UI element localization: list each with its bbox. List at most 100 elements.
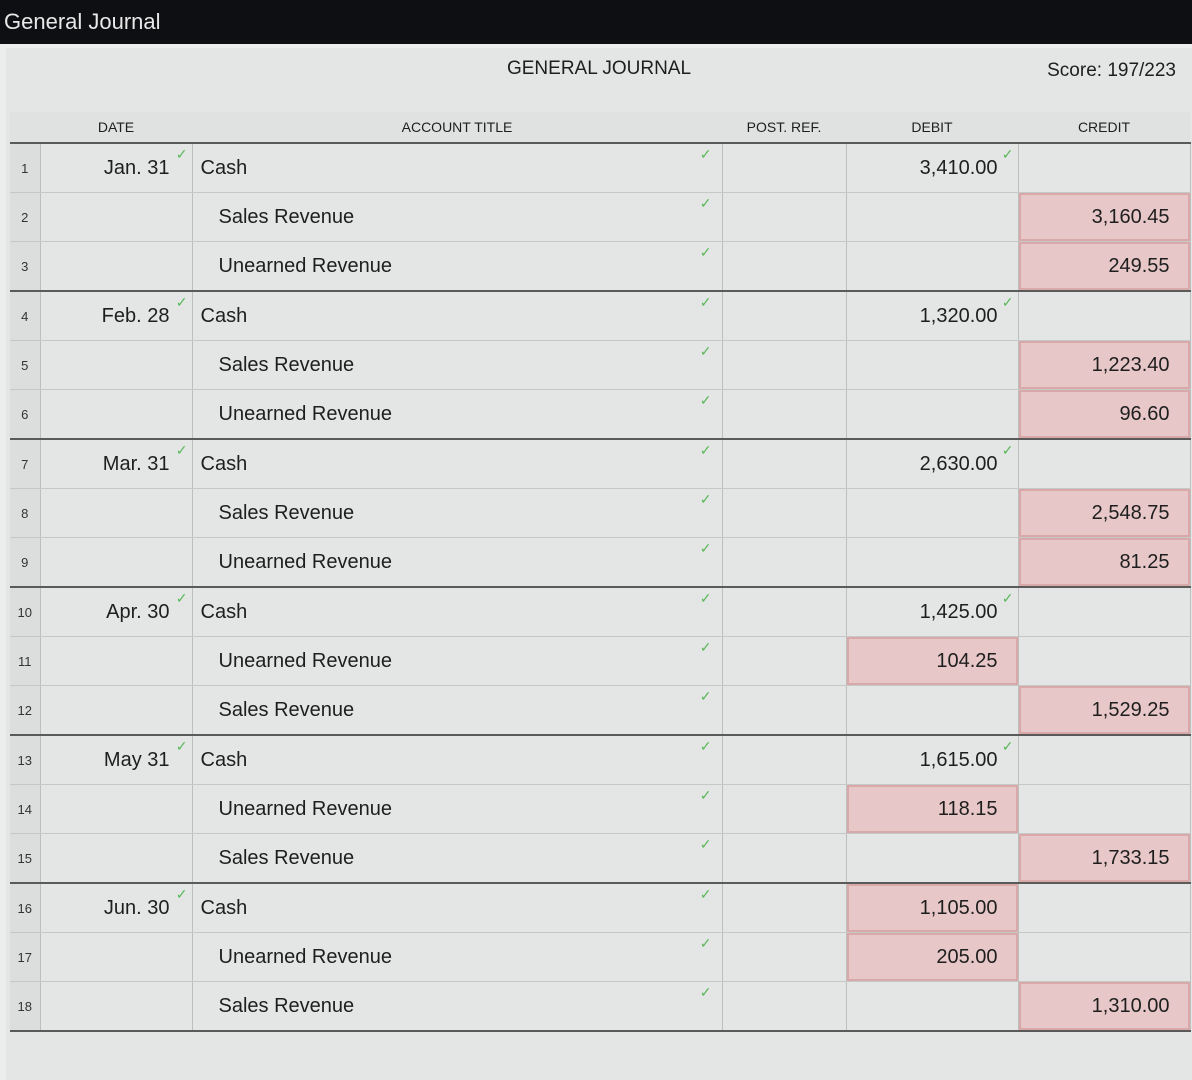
correct-check-icon: ✓ (699, 787, 712, 803)
account-title-value: Cash (200, 600, 248, 623)
post-ref-field[interactable] (722, 932, 847, 982)
date-header: DATE (40, 112, 192, 144)
post-ref-field[interactable] (722, 784, 847, 834)
date-field[interactable] (40, 636, 193, 686)
post-ref-field[interactable] (722, 636, 847, 686)
correct-check-icon: ✓ (699, 688, 712, 704)
debit-field[interactable]: 118.15 (846, 784, 1019, 834)
journal-row: 17 Unearned Revenue ✓ 205.00 (10, 932, 1191, 982)
debit-field[interactable] (846, 241, 1019, 292)
credit-field[interactable]: 249.55 (1018, 241, 1191, 292)
debit-field[interactable]: 2,630.00 ✓ (846, 439, 1019, 489)
account-title-field[interactable]: Unearned Revenue ✓ (192, 537, 723, 588)
credit-field[interactable] (1018, 439, 1191, 489)
debit-field[interactable]: 1,615.00 ✓ (846, 735, 1019, 785)
debit-field[interactable] (846, 981, 1019, 1032)
account-title-field[interactable]: Cash ✓ (192, 439, 723, 489)
date-field[interactable] (40, 833, 193, 884)
debit-field[interactable] (846, 340, 1019, 390)
date-field[interactable]: May 31 ✓ (40, 735, 193, 785)
post-ref-field[interactable] (722, 981, 847, 1032)
credit-field[interactable] (1018, 636, 1191, 686)
debit-field[interactable]: 1,425.00 ✓ (846, 587, 1019, 637)
date-field[interactable] (40, 192, 193, 242)
post-ref-field[interactable] (722, 883, 847, 933)
date-field[interactable] (40, 685, 193, 736)
post-ref-field[interactable] (722, 537, 847, 588)
credit-field[interactable] (1018, 143, 1191, 193)
credit-field[interactable]: 1,310.00 (1018, 981, 1191, 1032)
debit-field[interactable]: 3,410.00 ✓ (846, 143, 1019, 193)
debit-field[interactable] (846, 389, 1019, 440)
date-field[interactable] (40, 488, 193, 538)
account-title-field[interactable]: Cash ✓ (192, 143, 723, 193)
account-title-field[interactable]: Sales Revenue ✓ (192, 833, 723, 884)
date-field[interactable]: Apr. 30 ✓ (40, 587, 193, 637)
debit-field[interactable] (846, 488, 1019, 538)
post-ref-field[interactable] (722, 192, 847, 242)
post-ref-field[interactable] (722, 685, 847, 736)
date-field[interactable]: Jun. 30 ✓ (40, 883, 193, 933)
account-title-field[interactable]: Cash ✓ (192, 735, 723, 785)
account-title-field[interactable]: Unearned Revenue ✓ (192, 389, 723, 440)
debit-field[interactable]: 205.00 (846, 932, 1019, 982)
account-title-field[interactable]: Unearned Revenue ✓ (192, 241, 723, 292)
date-field[interactable]: Feb. 28 ✓ (40, 291, 193, 341)
post-ref-field[interactable] (722, 291, 847, 341)
journal-row: 6 Unearned Revenue ✓ 96.60 (10, 389, 1191, 440)
credit-field[interactable]: 1,529.25 (1018, 685, 1191, 736)
date-field[interactable] (40, 784, 193, 834)
row-number: 14 (10, 784, 41, 834)
date-field[interactable] (40, 932, 193, 982)
date-field[interactable]: Jan. 31 ✓ (40, 143, 193, 193)
account-title-field[interactable]: Cash ✓ (192, 883, 723, 933)
date-field[interactable] (40, 241, 193, 292)
date-field[interactable]: Mar. 31 ✓ (40, 439, 193, 489)
credit-field[interactable] (1018, 291, 1191, 341)
account-title-field[interactable]: Sales Revenue ✓ (192, 488, 723, 538)
date-field[interactable] (40, 389, 193, 440)
debit-field[interactable]: 104.25 (846, 636, 1019, 686)
correct-check-icon: ✓ (699, 442, 712, 458)
account-title-field[interactable]: Cash ✓ (192, 291, 723, 341)
account-title-field[interactable]: Sales Revenue ✓ (192, 685, 723, 736)
credit-field[interactable]: 81.25 (1018, 537, 1191, 588)
account-title-field[interactable]: Sales Revenue ✓ (192, 340, 723, 390)
credit-field[interactable]: 3,160.45 (1018, 192, 1191, 242)
post-ref-field[interactable] (722, 735, 847, 785)
post-ref-field[interactable] (722, 143, 847, 193)
journal-row: 9 Unearned Revenue ✓ 81.25 (10, 537, 1191, 588)
debit-field[interactable]: 1,105.00 (846, 883, 1019, 933)
debit-field[interactable] (846, 192, 1019, 242)
post-ref-field[interactable] (722, 340, 847, 390)
account-title-field[interactable]: Unearned Revenue ✓ (192, 932, 723, 982)
debit-field[interactable] (846, 685, 1019, 736)
post-ref-field[interactable] (722, 241, 847, 292)
credit-field[interactable] (1018, 784, 1191, 834)
date-field[interactable] (40, 340, 193, 390)
credit-field[interactable]: 2,548.75 (1018, 488, 1191, 538)
date-field[interactable] (40, 981, 193, 1032)
credit-field[interactable]: 1,733.15 (1018, 833, 1191, 884)
account-title-field[interactable]: Sales Revenue ✓ (192, 981, 723, 1032)
post-ref-field[interactable] (722, 587, 847, 637)
credit-field[interactable] (1018, 883, 1191, 933)
debit-field[interactable] (846, 833, 1019, 884)
account-title-field[interactable]: Unearned Revenue ✓ (192, 784, 723, 834)
post-ref-field[interactable] (722, 439, 847, 489)
credit-field[interactable] (1018, 735, 1191, 785)
post-ref-field[interactable] (722, 389, 847, 440)
credit-field[interactable]: 96.60 (1018, 389, 1191, 440)
account-title-field[interactable]: Sales Revenue ✓ (192, 192, 723, 242)
account-title-field[interactable]: Unearned Revenue ✓ (192, 636, 723, 686)
credit-field[interactable] (1018, 587, 1191, 637)
credit-field[interactable] (1018, 932, 1191, 982)
debit-field[interactable] (846, 537, 1019, 588)
post-ref-field[interactable] (722, 488, 847, 538)
account-title-field[interactable]: Cash ✓ (192, 587, 723, 637)
date-field[interactable] (40, 537, 193, 588)
post-ref-field[interactable] (722, 833, 847, 884)
journal-heading: GENERAL JOURNAL (506, 58, 692, 79)
credit-field[interactable]: 1,223.40 (1018, 340, 1191, 390)
debit-field[interactable]: 1,320.00 ✓ (846, 291, 1019, 341)
